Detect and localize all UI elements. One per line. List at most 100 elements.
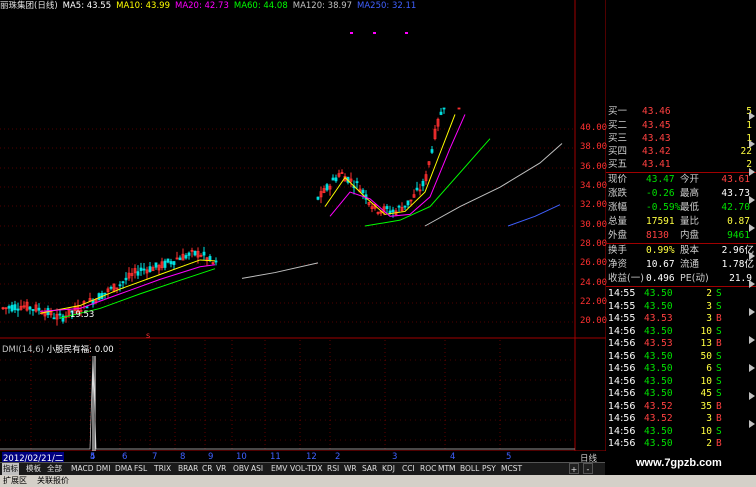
- tab-cci[interactable]: CCI: [401, 463, 416, 475]
- tick-time: 14:56: [608, 413, 636, 424]
- tab-mcst[interactable]: MCST: [500, 463, 523, 475]
- tab-vol-tdx[interactable]: VOL-TDX: [289, 463, 323, 475]
- ma250-value: MA250: 32.11: [357, 1, 417, 11]
- candle-body: [178, 257, 182, 261]
- tab-trix[interactable]: TRIX: [153, 463, 172, 475]
- tick-side: S: [716, 388, 722, 399]
- tab-dmi[interactable]: DMI: [95, 463, 111, 475]
- tab-vr[interactable]: VR: [215, 463, 227, 475]
- indicator-label: DMI(14,6) 小股民有福: 0.00: [2, 345, 114, 355]
- scroll-arrow-icon: [749, 336, 755, 344]
- tick-volume: 13: [700, 338, 712, 349]
- month-label: 8: [180, 452, 186, 462]
- candle-body: [385, 206, 389, 210]
- candle-body: [37, 307, 41, 311]
- candlestick-series: [1, 107, 461, 326]
- tick-side: S: [716, 325, 722, 337]
- candle-body: [421, 180, 425, 187]
- candle-body: [85, 306, 89, 309]
- tab-mtm[interactable]: MTM: [437, 463, 457, 475]
- tab-wr[interactable]: WR: [343, 463, 358, 475]
- tab-emv[interactable]: EMV: [270, 463, 288, 475]
- candle-body: [403, 205, 407, 208]
- tick-side: S: [716, 300, 722, 312]
- tab-kdj[interactable]: KDJ: [381, 463, 396, 475]
- scroll-arrow-icon: [749, 196, 755, 204]
- right-scroll-arrows[interactable]: [748, 108, 756, 453]
- tick-side: B: [716, 413, 722, 424]
- scroll-arrow-icon: [749, 280, 755, 288]
- tick-price: 43.52: [644, 413, 673, 424]
- tick-time: 14:56: [608, 400, 636, 412]
- tab-fsl[interactable]: FSL: [133, 463, 148, 475]
- dmi-indicator-plot: s: [0, 32, 575, 451]
- candle-body: [208, 256, 212, 261]
- tick-time: 14:56: [608, 375, 636, 387]
- status-linked-quote[interactable]: 关联报价: [37, 475, 69, 487]
- tab-指标[interactable]: 指标: [2, 463, 19, 475]
- candle-body: [316, 196, 320, 200]
- month-label: 2: [335, 452, 341, 462]
- tab-macd[interactable]: MACD: [70, 463, 94, 475]
- tab-psy[interactable]: PSY: [481, 463, 497, 475]
- price-tick: 28.00: [580, 239, 608, 249]
- zoom-in-button[interactable]: +: [569, 463, 579, 474]
- candle-body: [415, 187, 419, 191]
- zoom-out-button[interactable]: -: [583, 463, 593, 474]
- candle-body: [355, 181, 359, 184]
- tick-row: 14:55 43.50 2 S: [606, 288, 756, 300]
- indicator-name: DMI(14,6): [2, 345, 44, 355]
- candle-body: [406, 200, 410, 206]
- ma5-value: MA5: 43.55: [62, 1, 112, 11]
- candle-body: [163, 260, 167, 268]
- tick-price: 43.52: [644, 400, 673, 412]
- month-label: 5: [90, 452, 96, 462]
- tab-obv[interactable]: OBV: [232, 463, 250, 475]
- stat-row: 总量 17591 量比 0.87: [608, 216, 750, 227]
- watermark-text: www.7gpzb.com: [636, 457, 722, 469]
- tick-side: B: [716, 438, 722, 449]
- candle-body: [169, 261, 173, 265]
- status-bar: [0, 475, 756, 487]
- candle-body: [148, 266, 152, 272]
- price-tick: 36.00: [580, 162, 608, 172]
- signal-marker: [405, 32, 408, 34]
- tick-price: 43.50: [644, 425, 673, 437]
- tab-asi[interactable]: ASI: [250, 463, 264, 475]
- tick-volume: 50: [700, 350, 712, 362]
- tab-sar[interactable]: SAR: [361, 463, 378, 475]
- tick-volume: 3: [706, 300, 712, 312]
- tick-volume: 6: [706, 363, 712, 374]
- candle-body: [193, 250, 197, 256]
- ma250-line: [507, 204, 561, 227]
- tick-volume: 10: [700, 325, 712, 337]
- ma20-line: [329, 114, 466, 217]
- candle-body: [109, 286, 113, 289]
- candle-body: [118, 284, 122, 287]
- dmi-line: [0, 355, 575, 450]
- price-tick: 22.00: [580, 297, 608, 307]
- tab-全部[interactable]: 全部: [46, 463, 63, 475]
- tab-rsi[interactable]: RSI: [326, 463, 340, 475]
- stat-row: 外盘 8130 内盘 9461: [608, 230, 750, 241]
- tab-brar[interactable]: BRAR: [177, 463, 199, 475]
- candle-body: [439, 111, 443, 115]
- signal-marker: s: [146, 331, 150, 340]
- tab-dma[interactable]: DMA: [114, 463, 133, 475]
- candle-body: [202, 251, 206, 256]
- price-tick: 20.00: [580, 316, 608, 326]
- tab-boll[interactable]: BOLL: [459, 463, 480, 475]
- tab-roc[interactable]: ROC: [419, 463, 437, 475]
- candle-body: [334, 177, 338, 182]
- date-axis: [0, 451, 575, 462]
- tab-cr[interactable]: CR: [201, 463, 213, 475]
- kline-chart[interactable]: s: [0, 0, 606, 451]
- tab-模板[interactable]: 模板: [25, 463, 42, 475]
- status-extend-area[interactable]: 扩展区: [3, 475, 27, 487]
- tick-volume: 2: [706, 288, 712, 299]
- candle-body: [361, 189, 365, 194]
- scroll-arrow-icon: [749, 420, 755, 428]
- tick-volume: 45: [700, 388, 712, 399]
- tick-row: 14:56 43.50 2 B: [606, 438, 756, 450]
- candle-body: [325, 184, 329, 191]
